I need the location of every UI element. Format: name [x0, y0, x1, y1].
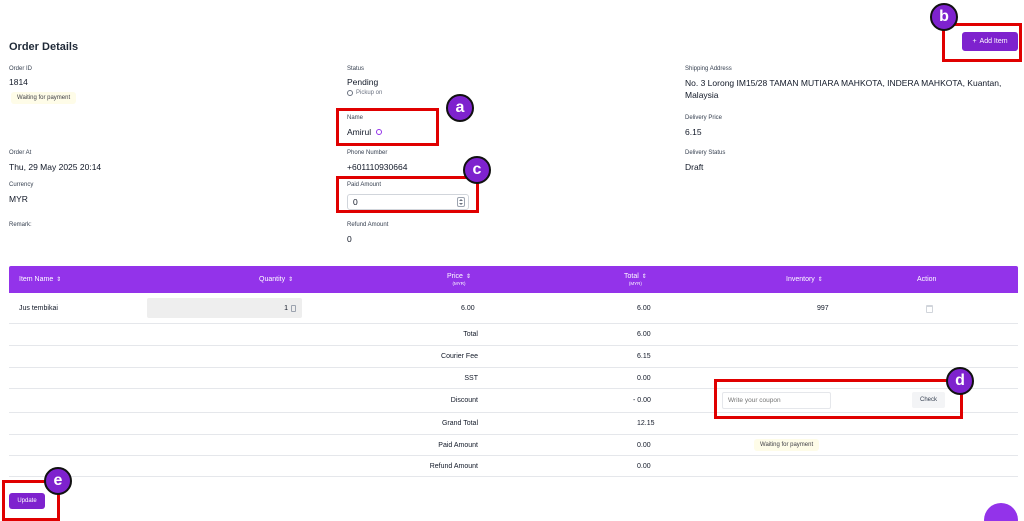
item-total: 6.00 — [637, 304, 651, 312]
refund-amount-value: 0 — [347, 234, 352, 244]
quantity-stepper[interactable]: 1 — [147, 298, 302, 318]
annotation-box-a — [336, 108, 439, 146]
status-label: Status — [347, 66, 365, 72]
summary-row: Total 6.00 — [9, 324, 1018, 346]
annotation-marker-d: d — [946, 367, 974, 395]
sort-icon: ⇕ — [465, 274, 471, 280]
sort-icon: ⇕ — [817, 277, 823, 283]
summary-label: Total — [463, 331, 478, 338]
th-total[interactable]: Total ⇕ (MYR) — [624, 266, 647, 293]
th-quantity-label: Quantity — [259, 276, 286, 283]
th-item-name-label: Item Name — [19, 276, 54, 283]
sort-icon: ⇕ — [56, 277, 62, 283]
th-action: Action — [917, 266, 936, 293]
order-at-value: Thu, 29 May 2025 20:14 — [9, 162, 102, 172]
quantity-value: 1 — [284, 304, 288, 312]
summary-value: 0.00 — [637, 441, 651, 449]
annotation-marker-b: b — [930, 3, 958, 31]
annotation-box-c — [336, 176, 479, 213]
th-action-label: Action — [917, 276, 937, 283]
trash-icon[interactable] — [926, 305, 933, 313]
th-inventory-label: Inventory — [786, 276, 815, 283]
clock-icon — [347, 90, 353, 96]
remark-label: Remark: — [9, 222, 32, 228]
sort-icon: ⇕ — [641, 274, 647, 280]
item-inventory: 997 — [817, 304, 829, 312]
summary-value: 6.00 — [637, 331, 651, 338]
refund-amount-label: Refund Amount — [347, 222, 389, 228]
summary-label: Grand Total — [441, 420, 478, 427]
summary-label: SST — [464, 374, 478, 382]
delivery-status-label: Delivery Status — [685, 150, 726, 156]
summary-value: 0.00 — [637, 374, 651, 382]
items-table-header: Item Name ⇕ Quantity ⇕ Price ⇕ (MYR) Total ⇕… — [9, 266, 1018, 293]
th-total-unit: (MYR) — [628, 281, 642, 286]
page-title: Order Details — [9, 41, 79, 53]
annotation-marker-a: a — [446, 94, 474, 122]
th-inventory[interactable]: Inventory ⇕ — [786, 266, 823, 293]
th-price-label: Price — [447, 273, 463, 280]
th-price-unit: (MYR) — [452, 281, 466, 286]
shipping-address-line2: Malaysia — [685, 90, 719, 100]
shipping-address-label: Shipping Address — [685, 66, 732, 72]
annotation-marker-c: c — [463, 156, 491, 184]
order-id-value: 1814 — [9, 77, 28, 87]
summary-value: 0.00 — [637, 462, 651, 470]
status-note: Pickup on — [347, 90, 382, 96]
currency-value: MYR — [9, 194, 28, 204]
order-at-label: Order At — [9, 150, 32, 156]
chat-launcher-button[interactable] — [984, 503, 1018, 521]
status-value: Pending — [347, 77, 379, 87]
item-price: 6.00 — [461, 304, 475, 312]
summary-label: Refund Amount — [429, 462, 478, 470]
stepper-icon[interactable] — [291, 304, 296, 312]
summary-value: - 0.00 — [633, 397, 651, 404]
shipping-address-line1: No. 3 Lorong IM15/28 TAMAN MUTIARA MAHKO… — [685, 78, 1002, 88]
summary-row: Paid Amount 0.00 — [9, 435, 1018, 456]
sort-icon: ⇕ — [288, 277, 294, 283]
annotation-marker-e: e — [44, 467, 72, 495]
order-id-label: Order ID — [9, 66, 33, 72]
th-quantity[interactable]: Quantity ⇕ — [259, 266, 293, 293]
delivery-price-label: Delivery Price — [685, 115, 723, 121]
currency-label: Currency — [9, 182, 34, 188]
annotation-box-b — [942, 23, 1022, 62]
status-note-text: Pickup on — [356, 90, 383, 96]
summary-row: Courier Fee 6.15 — [9, 346, 1018, 368]
phone-label: Phone Number — [347, 150, 388, 156]
th-item-name[interactable]: Item Name ⇕ — [19, 266, 61, 293]
payment-status-badge: Waiting for payment — [11, 92, 77, 104]
summary-value: 6.15 — [637, 353, 651, 360]
summary-value: 12.15 — [637, 420, 655, 427]
summary-label: Courier Fee — [441, 353, 478, 360]
summary-row: Refund Amount 0.00 — [9, 456, 1018, 477]
summary-label: Discount — [450, 397, 478, 404]
item-name: Jus tembikai — [19, 304, 58, 312]
th-price[interactable]: Price ⇕ (MYR) — [447, 266, 471, 293]
annotation-box-d — [714, 379, 963, 419]
delivery-price-value: 6.15 — [685, 127, 702, 137]
summary-label: Paid Amount — [438, 441, 478, 449]
shipping-address-value: No. 3 Lorong IM15/28 TAMAN MUTIARA MAHKO… — [685, 77, 1015, 101]
phone-value: +601110930664 — [347, 162, 408, 172]
th-total-label: Total — [624, 273, 639, 280]
paid-status-badge: Waiting for payment — [754, 439, 820, 451]
delivery-status-value: Draft — [685, 162, 704, 172]
